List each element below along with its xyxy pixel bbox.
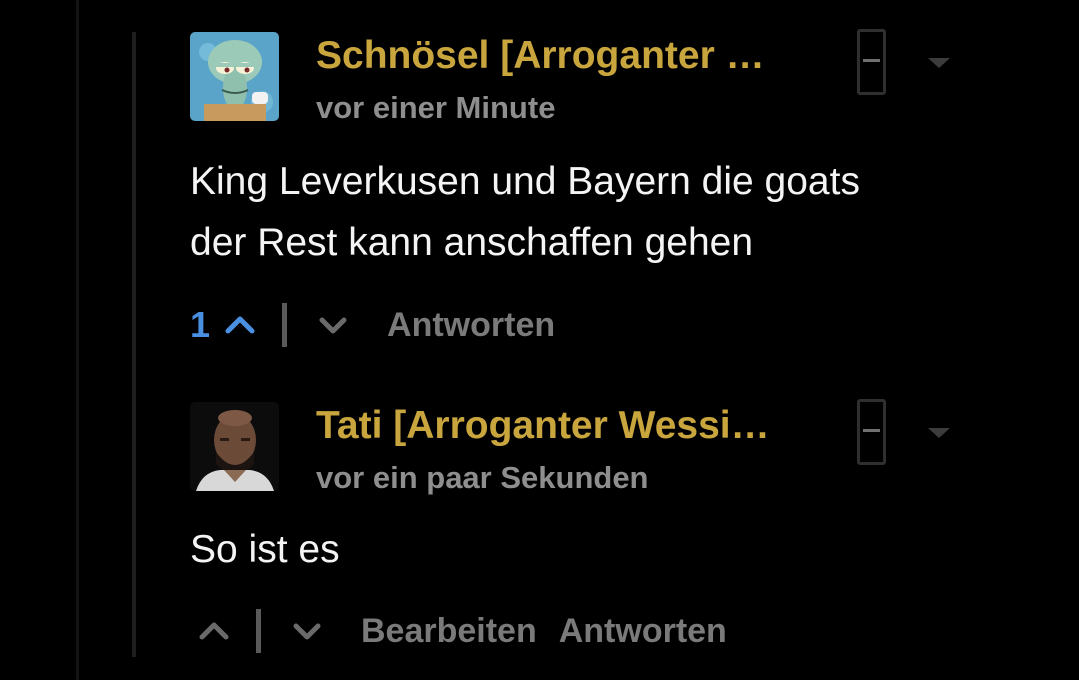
- comment-actions: 1 Antworten: [190, 301, 555, 349]
- upvote-icon[interactable]: [224, 309, 256, 341]
- reply-button[interactable]: Antworten: [559, 612, 727, 651]
- flag-icon[interactable]: [857, 399, 886, 465]
- avatar[interactable]: [190, 402, 279, 491]
- chevron-down-icon[interactable]: [928, 428, 950, 438]
- upvote-icon[interactable]: [198, 615, 230, 647]
- timestamp[interactable]: vor ein paar Sekunden: [316, 460, 649, 496]
- comment-body-line: der Rest kann anschaffen gehen: [190, 221, 754, 264]
- thread-line: [132, 32, 136, 657]
- comment-body: So ist es: [190, 519, 340, 580]
- username[interactable]: Tati [Arroganter Wessi…: [316, 404, 770, 448]
- user-photo-avatar-icon: [190, 402, 279, 491]
- chevron-down-icon[interactable]: [928, 58, 950, 68]
- comment-body: King Leverkusen und Bayern die goats der…: [190, 151, 860, 273]
- vote-divider: [282, 303, 288, 347]
- flag-icon[interactable]: [857, 29, 886, 95]
- vote-divider: [256, 609, 261, 653]
- timestamp[interactable]: vor einer Minute: [316, 90, 555, 126]
- downvote-icon[interactable]: [291, 615, 323, 647]
- comment-actions: Bearbeiten Antworten: [190, 607, 727, 655]
- comment-body-line: So ist es: [190, 528, 340, 571]
- thread-line-outer: [76, 0, 79, 680]
- cartoon-squid-avatar-icon: [190, 32, 279, 121]
- username[interactable]: Schnösel [Arroganter …: [316, 34, 765, 78]
- reply-button[interactable]: Antworten: [387, 306, 555, 345]
- edit-button[interactable]: Bearbeiten: [361, 612, 537, 651]
- vote-count: 1: [190, 304, 211, 345]
- downvote-icon[interactable]: [317, 309, 349, 341]
- avatar[interactable]: [190, 32, 279, 121]
- comment-body-line: King Leverkusen und Bayern die goats: [190, 160, 860, 203]
